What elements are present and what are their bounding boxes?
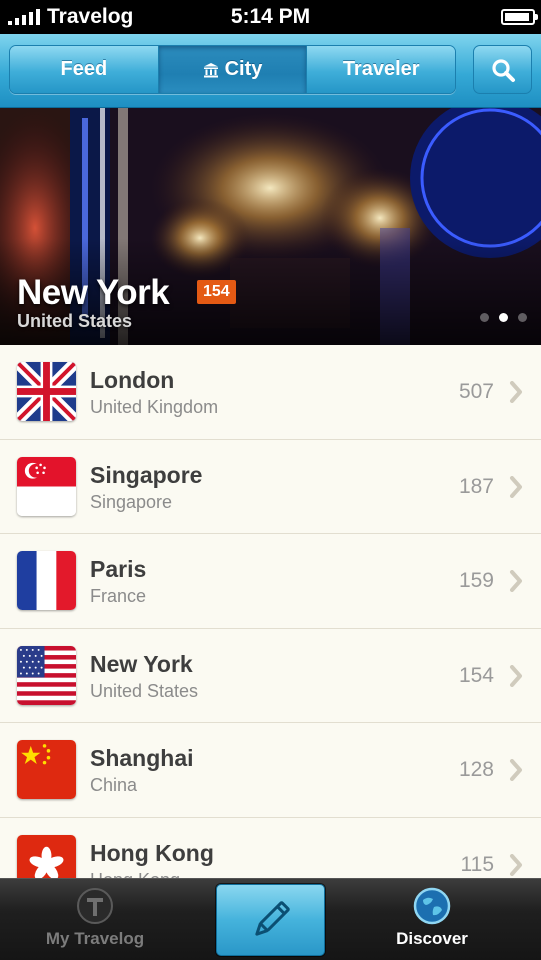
city-name: Hong Kong (90, 839, 214, 866)
featured-city-banner[interactable]: New York 154 United States (0, 108, 541, 345)
building-icon (203, 62, 219, 78)
chevron-right-icon (510, 381, 522, 403)
segment-city[interactable]: City (158, 46, 308, 93)
tab-discover[interactable]: Discover (377, 879, 487, 960)
usa-flag-icon (17, 645, 76, 705)
nav-bar: Feed City Traveler (0, 34, 541, 108)
hong-kong-flag-icon (17, 834, 76, 878)
city-row-singapore[interactable]: Singapore Singapore 187 (0, 440, 541, 535)
tab-discover-label: Discover (396, 929, 468, 948)
city-row-paris[interactable]: Paris France 159 (0, 534, 541, 629)
tab-my-travelog[interactable]: My Travelog (40, 879, 150, 960)
search-icon (491, 58, 515, 82)
country-name: United States (90, 680, 199, 701)
hero-country-name: United States (17, 311, 133, 331)
segmented-control: Feed City Traveler (9, 45, 456, 94)
chevron-right-icon (510, 664, 522, 687)
chevron-right-icon (510, 570, 522, 593)
page-indicator[interactable] (480, 313, 527, 322)
china-flag-icon (17, 740, 76, 800)
page-dot (480, 313, 489, 322)
city-row-hong-kong[interactable]: Hong Kong Hong Kong 115 (0, 818, 541, 878)
country-name: Hong Kong (90, 870, 180, 878)
city-list: London United Kingdom 507 Singapore Sing… (0, 345, 541, 878)
singapore-flag-icon (17, 456, 76, 516)
traveler-count: 159 (458, 569, 494, 593)
city-name: Shanghai (90, 745, 194, 772)
chevron-right-icon (510, 759, 522, 782)
page-dot-active (499, 313, 508, 322)
hero-city-name: New York (17, 273, 170, 312)
traveler-count: 128 (458, 758, 494, 782)
status-bar: Travelog 5:14 PM (0, 0, 541, 34)
pencil-icon (254, 901, 290, 936)
segment-feed-label: Feed (60, 58, 108, 80)
traveler-count: 115 (460, 852, 494, 876)
chevron-right-icon (510, 475, 522, 498)
traveler-count: 507 (458, 380, 494, 403)
status-time: 5:14 PM (230, 5, 311, 28)
country-name: Singapore (90, 491, 173, 512)
country-name: China (90, 775, 138, 796)
hero-count-badge: 154 (197, 280, 236, 304)
segment-city-label: City (224, 58, 263, 80)
city-name: New York (90, 650, 193, 677)
traveler-count: 154 (458, 663, 494, 687)
segment-feed[interactable]: Feed (10, 46, 159, 93)
uk-flag-icon (17, 362, 76, 421)
globe-icon (413, 887, 451, 925)
segment-traveler[interactable]: Traveler (307, 46, 455, 93)
chevron-right-icon (510, 853, 522, 876)
country-name: France (90, 586, 147, 607)
battery-icon (501, 9, 538, 25)
city-name: Singapore (90, 461, 203, 488)
tab-my-travelog-label: My Travelog (45, 929, 145, 948)
country-name: United Kingdom (90, 397, 219, 417)
travelog-t-icon (77, 888, 113, 924)
search-button[interactable] (473, 45, 532, 94)
compose-button[interactable] (216, 884, 325, 956)
city-name: London (90, 367, 175, 393)
city-name: Paris (90, 556, 147, 583)
city-row-shanghai[interactable]: Shanghai China 128 (0, 723, 541, 818)
city-row-new-york[interactable]: New York United States 154 (0, 629, 541, 724)
traveler-count: 187 (458, 474, 494, 498)
france-flag-icon (17, 551, 76, 611)
page-dot (518, 313, 527, 322)
segment-traveler-label: Traveler (342, 58, 420, 80)
city-row-london[interactable]: London United Kingdom 507 (0, 345, 541, 440)
